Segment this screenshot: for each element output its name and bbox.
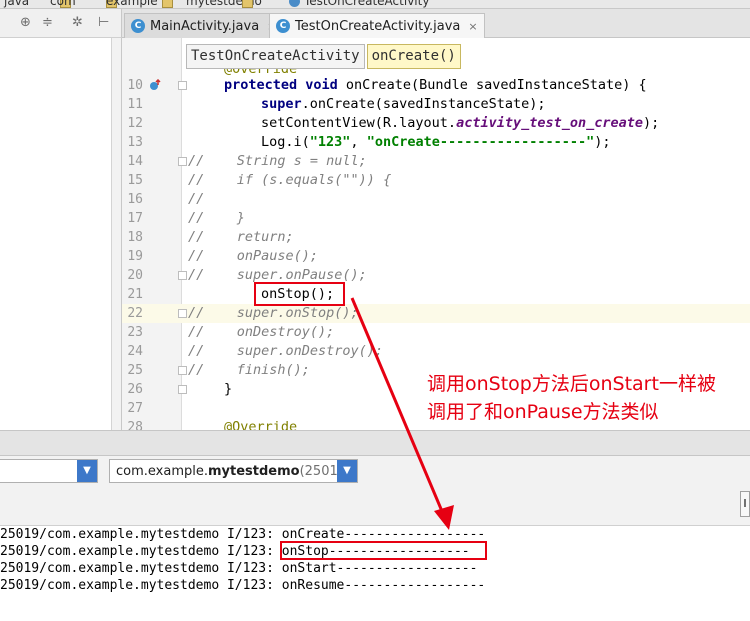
log-line: 25019/com.example.mytestdemo I/123: onRe… <box>0 578 486 593</box>
navigation-bar: java com example mytestdemo TestOnCreate… <box>0 0 750 9</box>
class-icon <box>289 0 300 7</box>
nav-crumb-example[interactable]: example <box>106 0 173 8</box>
code-line-current: 22 // super.onStop(); <box>122 304 750 323</box>
code-line: 12 setContentView(R.layout.activity_test… <box>127 115 660 131</box>
code-line: 10 protected void onCreate(Bundle savedI… <box>127 77 647 93</box>
fold-marker-icon[interactable] <box>178 81 187 90</box>
folder-icon <box>162 0 173 8</box>
code-line: 20 // super.onPause(); <box>127 267 367 283</box>
process-select[interactable]: com.example. mytestdemo (25019) ▼ <box>109 459 358 483</box>
project-tree-panel <box>0 38 112 430</box>
annotation-note: 调用onStop方法后onStart一样被 调用了和onPause方法类似 <box>427 373 716 423</box>
code-line: 16 // <box>127 191 205 207</box>
code-line: 24 // super.onDestroy(); <box>127 343 384 359</box>
highlight-box-onstop-code <box>254 282 345 306</box>
tab-test-on-create-activity[interactable]: C TestOnCreateActivity.java × <box>269 13 485 38</box>
fold-marker-icon[interactable] <box>178 385 187 394</box>
class-icon: C <box>276 19 290 33</box>
code-line: 19 // onPause(); <box>127 248 319 264</box>
chevron-down-icon[interactable]: ▼ <box>337 460 357 482</box>
code-line: 15 // if (s.equals("")) { <box>127 172 392 188</box>
nav-crumb-com[interactable]: com <box>50 0 117 8</box>
tab-main-activity[interactable]: C MainActivity.java × <box>124 13 284 38</box>
fold-marker-icon[interactable] <box>178 157 187 166</box>
close-icon[interactable]: × <box>468 20 477 33</box>
logcat-toolbar: I <box>0 486 750 526</box>
log-line: 25019/com.example.mytestdemo I/123: onSt… <box>0 561 478 576</box>
override-marker-icon[interactable] <box>149 79 161 91</box>
chevron-down-icon[interactable]: ▼ <box>77 460 97 482</box>
hide-icon[interactable]: ⊢ <box>98 16 109 30</box>
logcat-filter-bar: ▼ com.example. mytestdemo (25019) ▼ <box>0 456 750 486</box>
device-select[interactable]: ▼ <box>0 459 98 483</box>
nav-crumb-mytestdemo[interactable]: mytestdemo <box>186 0 262 8</box>
code-line: 11 super.onCreate(savedInstanceState); <box>127 96 546 112</box>
code-line: 17 // } <box>127 210 245 226</box>
code-breadcrumb: TestOnCreateActivity onCreate() <box>186 44 463 69</box>
project-toolbar: ⊕ ≑ ✲ ⊢ <box>0 9 122 38</box>
panel-divider[interactable] <box>0 430 750 456</box>
code-line: 23 // onDestroy(); <box>127 324 335 340</box>
project-scrollbar[interactable] <box>112 38 122 430</box>
code-line: 13 Log.i("123", "onCreate---------------… <box>127 134 611 150</box>
fold-marker-icon[interactable] <box>178 309 187 318</box>
log-level-button[interactable]: I <box>740 491 750 517</box>
target-icon[interactable]: ⊕ <box>20 16 31 30</box>
breadcrumb-method[interactable]: onCreate() <box>366 44 461 69</box>
nav-crumb-java[interactable]: java <box>4 0 71 8</box>
fold-marker-icon[interactable] <box>178 366 187 375</box>
gear-icon[interactable]: ✲ <box>72 16 83 30</box>
folder-icon <box>242 0 253 8</box>
fold-marker-icon[interactable] <box>178 271 187 280</box>
highlight-box-onstop-log <box>280 541 487 560</box>
code-line: 18 // return; <box>127 229 294 245</box>
collapse-icon[interactable]: ≑ <box>42 16 53 30</box>
code-line: 21 onStop(); <box>127 286 335 302</box>
editor-tab-bar: C MainActivity.java × C TestOnCreateActi… <box>122 9 750 38</box>
code-line: 14 // String s = null; <box>127 153 367 169</box>
class-icon: C <box>131 19 145 33</box>
breadcrumb-class[interactable]: TestOnCreateActivity <box>186 44 365 69</box>
nav-crumb-class[interactable]: TestOnCreateActivity <box>289 0 429 8</box>
